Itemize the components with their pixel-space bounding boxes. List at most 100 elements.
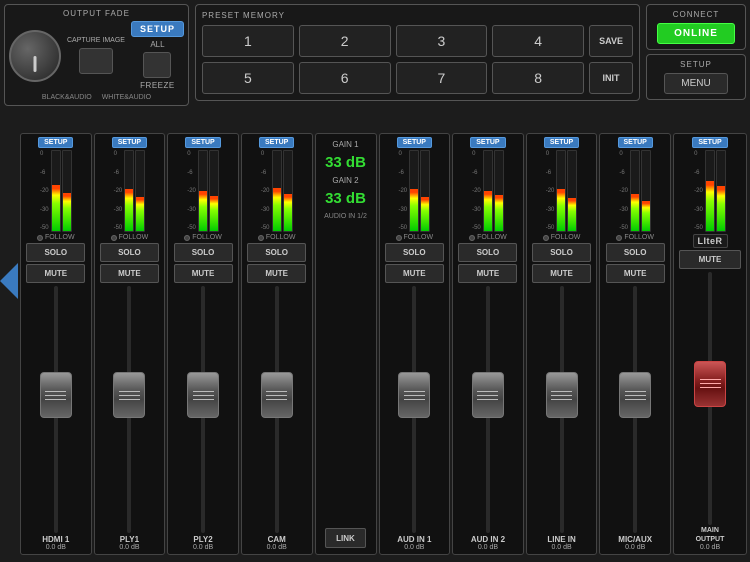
preset-btn-4[interactable]: 4 (492, 25, 584, 57)
ch-db-main: 0.0 dB (700, 544, 720, 551)
ch-db-ply2: 0.0 dB (193, 544, 213, 551)
mute-micaux[interactable]: MUTE (606, 264, 665, 283)
channel-linein: SETUP 0-6-20-30-50 FOLLOW SOLO (526, 133, 598, 555)
ch-setup-audin1[interactable]: SETUP (397, 137, 432, 148)
ch-setup-ply2[interactable]: SETUP (185, 137, 220, 148)
solo-cam[interactable]: SOLO (247, 243, 306, 262)
setup-title: SETUP (680, 60, 712, 69)
ch-name-audin1: AUD IN 1 (397, 535, 431, 544)
ch-name-hdmi1: HDMI 1 (42, 535, 69, 544)
output-fade-knob[interactable] (9, 30, 61, 82)
preset-btn-7[interactable]: 7 (396, 62, 488, 94)
solo-ply1[interactable]: SOLO (100, 243, 159, 262)
ch-setup-cam[interactable]: SETUP (259, 137, 294, 148)
mute-hdmi1[interactable]: MUTE (26, 264, 85, 283)
channel-audin1: SETUP 0-6-20-30-50 FOLLOW SOLO (379, 133, 451, 555)
init-button[interactable]: INIT (589, 62, 633, 94)
follow-ply2: FOLLOW (184, 234, 222, 241)
gain2-label: GAIN 2 (332, 176, 358, 185)
ch-name-ply2: PLY2 (193, 535, 212, 544)
solo-hdmi1[interactable]: SOLO (26, 243, 85, 262)
preset-btn-8[interactable]: 8 (492, 62, 584, 94)
channel-ply1: SETUP 0-6-20-30-50 FOLLOW SOLO (94, 133, 166, 555)
black-audio-label[interactable]: BLACK&AUDIO (42, 94, 92, 101)
ch-name-audin2: AUD IN 2 (471, 535, 505, 544)
fader-main[interactable] (694, 361, 726, 407)
channel-cam: SETUP 0-6-20-30-50 FOLLOW SOLO (241, 133, 313, 555)
preset-btn-2[interactable]: 2 (299, 25, 391, 57)
freeze-label: FREEZE (140, 81, 175, 90)
ch-name-ply1: PLY1 (120, 535, 139, 544)
link-button[interactable]: LINK (325, 528, 367, 548)
online-button[interactable]: ONLINE (657, 23, 735, 44)
ch-setup-main[interactable]: SETUP (692, 137, 727, 148)
preset-title: PRESET MEMORY (202, 11, 633, 20)
ch-db-micaux: 0.0 dB (625, 544, 645, 551)
ch-setup-audin2[interactable]: SETUP (470, 137, 505, 148)
ch-name-main: MAINOUTPUT (696, 527, 725, 544)
preset-btn-5[interactable]: 5 (202, 62, 294, 94)
ch-name-linein: LINE IN (547, 535, 575, 544)
fader-audin1[interactable] (398, 372, 430, 418)
follow-micaux: FOLLOW (616, 234, 654, 241)
channel-ply2: SETUP 0-6-20-30-50 FOLLOW SOLO (167, 133, 239, 555)
output-fade-label: OUTPUT FADE (63, 9, 130, 18)
gain1-label: GAIN 1 (332, 140, 358, 149)
ch-setup-linein[interactable]: SETUP (544, 137, 579, 148)
audio-in-label: AUDIO IN 1/2 (324, 212, 367, 221)
preset-btn-1[interactable]: 1 (202, 25, 294, 57)
ch-setup-micaux[interactable]: SETUP (618, 137, 653, 148)
fader-micaux[interactable] (619, 372, 651, 418)
connect-title: CONNECT (673, 10, 720, 19)
follow-ply1: FOLLOW (111, 234, 149, 241)
solo-micaux[interactable]: SOLO (606, 243, 665, 262)
mute-main[interactable]: MUTE (679, 250, 740, 269)
preset-btn-6[interactable]: 6 (299, 62, 391, 94)
mute-audin1[interactable]: MUTE (385, 264, 444, 283)
capture-label: CAPTURE IMAGE (67, 37, 125, 45)
menu-button[interactable]: MENU (664, 73, 727, 94)
follow-cam: FOLLOW (258, 234, 296, 241)
gain1-value: 33 dB (325, 154, 366, 171)
follow-audin2: FOLLOW (469, 234, 507, 241)
ch-db-linein: 0.0 dB (551, 544, 571, 551)
solo-linein[interactable]: SOLO (532, 243, 591, 262)
fader-linein[interactable] (546, 372, 578, 418)
white-audio-label[interactable]: WHITE&AUDIO (102, 94, 151, 101)
mute-ply1[interactable]: MUTE (100, 264, 159, 283)
solo-audin2[interactable]: SOLO (458, 243, 517, 262)
channel-micaux: SETUP 0-6-20-30-50 FOLLOW SOLO (599, 133, 671, 555)
ch-db-cam: 0.0 dB (267, 544, 287, 551)
mute-ply2[interactable]: MUTE (174, 264, 233, 283)
follow-linein: FOLLOW (543, 234, 581, 241)
channel-hdmi1: SETUP 0-6-20-30-50 FOLLOW SOLO (20, 133, 92, 555)
fader-cam[interactable] (261, 372, 293, 418)
setup-button-top[interactable]: SETUP (131, 21, 184, 37)
follow-audin1: FOLLOW (396, 234, 434, 241)
ch-name-cam: CAM (268, 535, 286, 544)
fader-ply2[interactable] (187, 372, 219, 418)
mute-audin2[interactable]: MUTE (458, 264, 517, 283)
mute-cam[interactable]: MUTE (247, 264, 306, 283)
mute-linein[interactable]: MUTE (532, 264, 591, 283)
all-label: ALL (150, 40, 164, 49)
capture-button[interactable] (79, 48, 113, 74)
fader-audin2[interactable] (472, 372, 504, 418)
preset-btn-3[interactable]: 3 (396, 25, 488, 57)
solo-ply2[interactable]: SOLO (174, 243, 233, 262)
solo-audin1[interactable]: SOLO (385, 243, 444, 262)
all-button[interactable] (143, 52, 171, 78)
follow-hdmi1: FOLLOW (37, 234, 75, 241)
ch-setup-ply1[interactable]: SETUP (112, 137, 147, 148)
gain2-value: 33 dB (325, 190, 366, 207)
save-button[interactable]: SAVE (589, 25, 633, 57)
ch-db-ply1: 0.0 dB (119, 544, 139, 551)
channel-main-output: SETUP 0-6-20-30-50 LIteR MUTE (673, 133, 747, 555)
gain-panel: GAIN 1 33 dB GAIN 2 33 dB AUDIO IN 1/2 L… (315, 133, 377, 555)
channel-audin2: SETUP 0-6-20-30-50 FOLLOW SOLO (452, 133, 524, 555)
limiter-button[interactable]: LIteR (693, 234, 728, 248)
fader-hdmi1[interactable] (40, 372, 72, 418)
ch-setup-hdmi1[interactable]: SETUP (38, 137, 73, 148)
fader-ply1[interactable] (113, 372, 145, 418)
ch-db-audin2: 0.0 dB (478, 544, 498, 551)
